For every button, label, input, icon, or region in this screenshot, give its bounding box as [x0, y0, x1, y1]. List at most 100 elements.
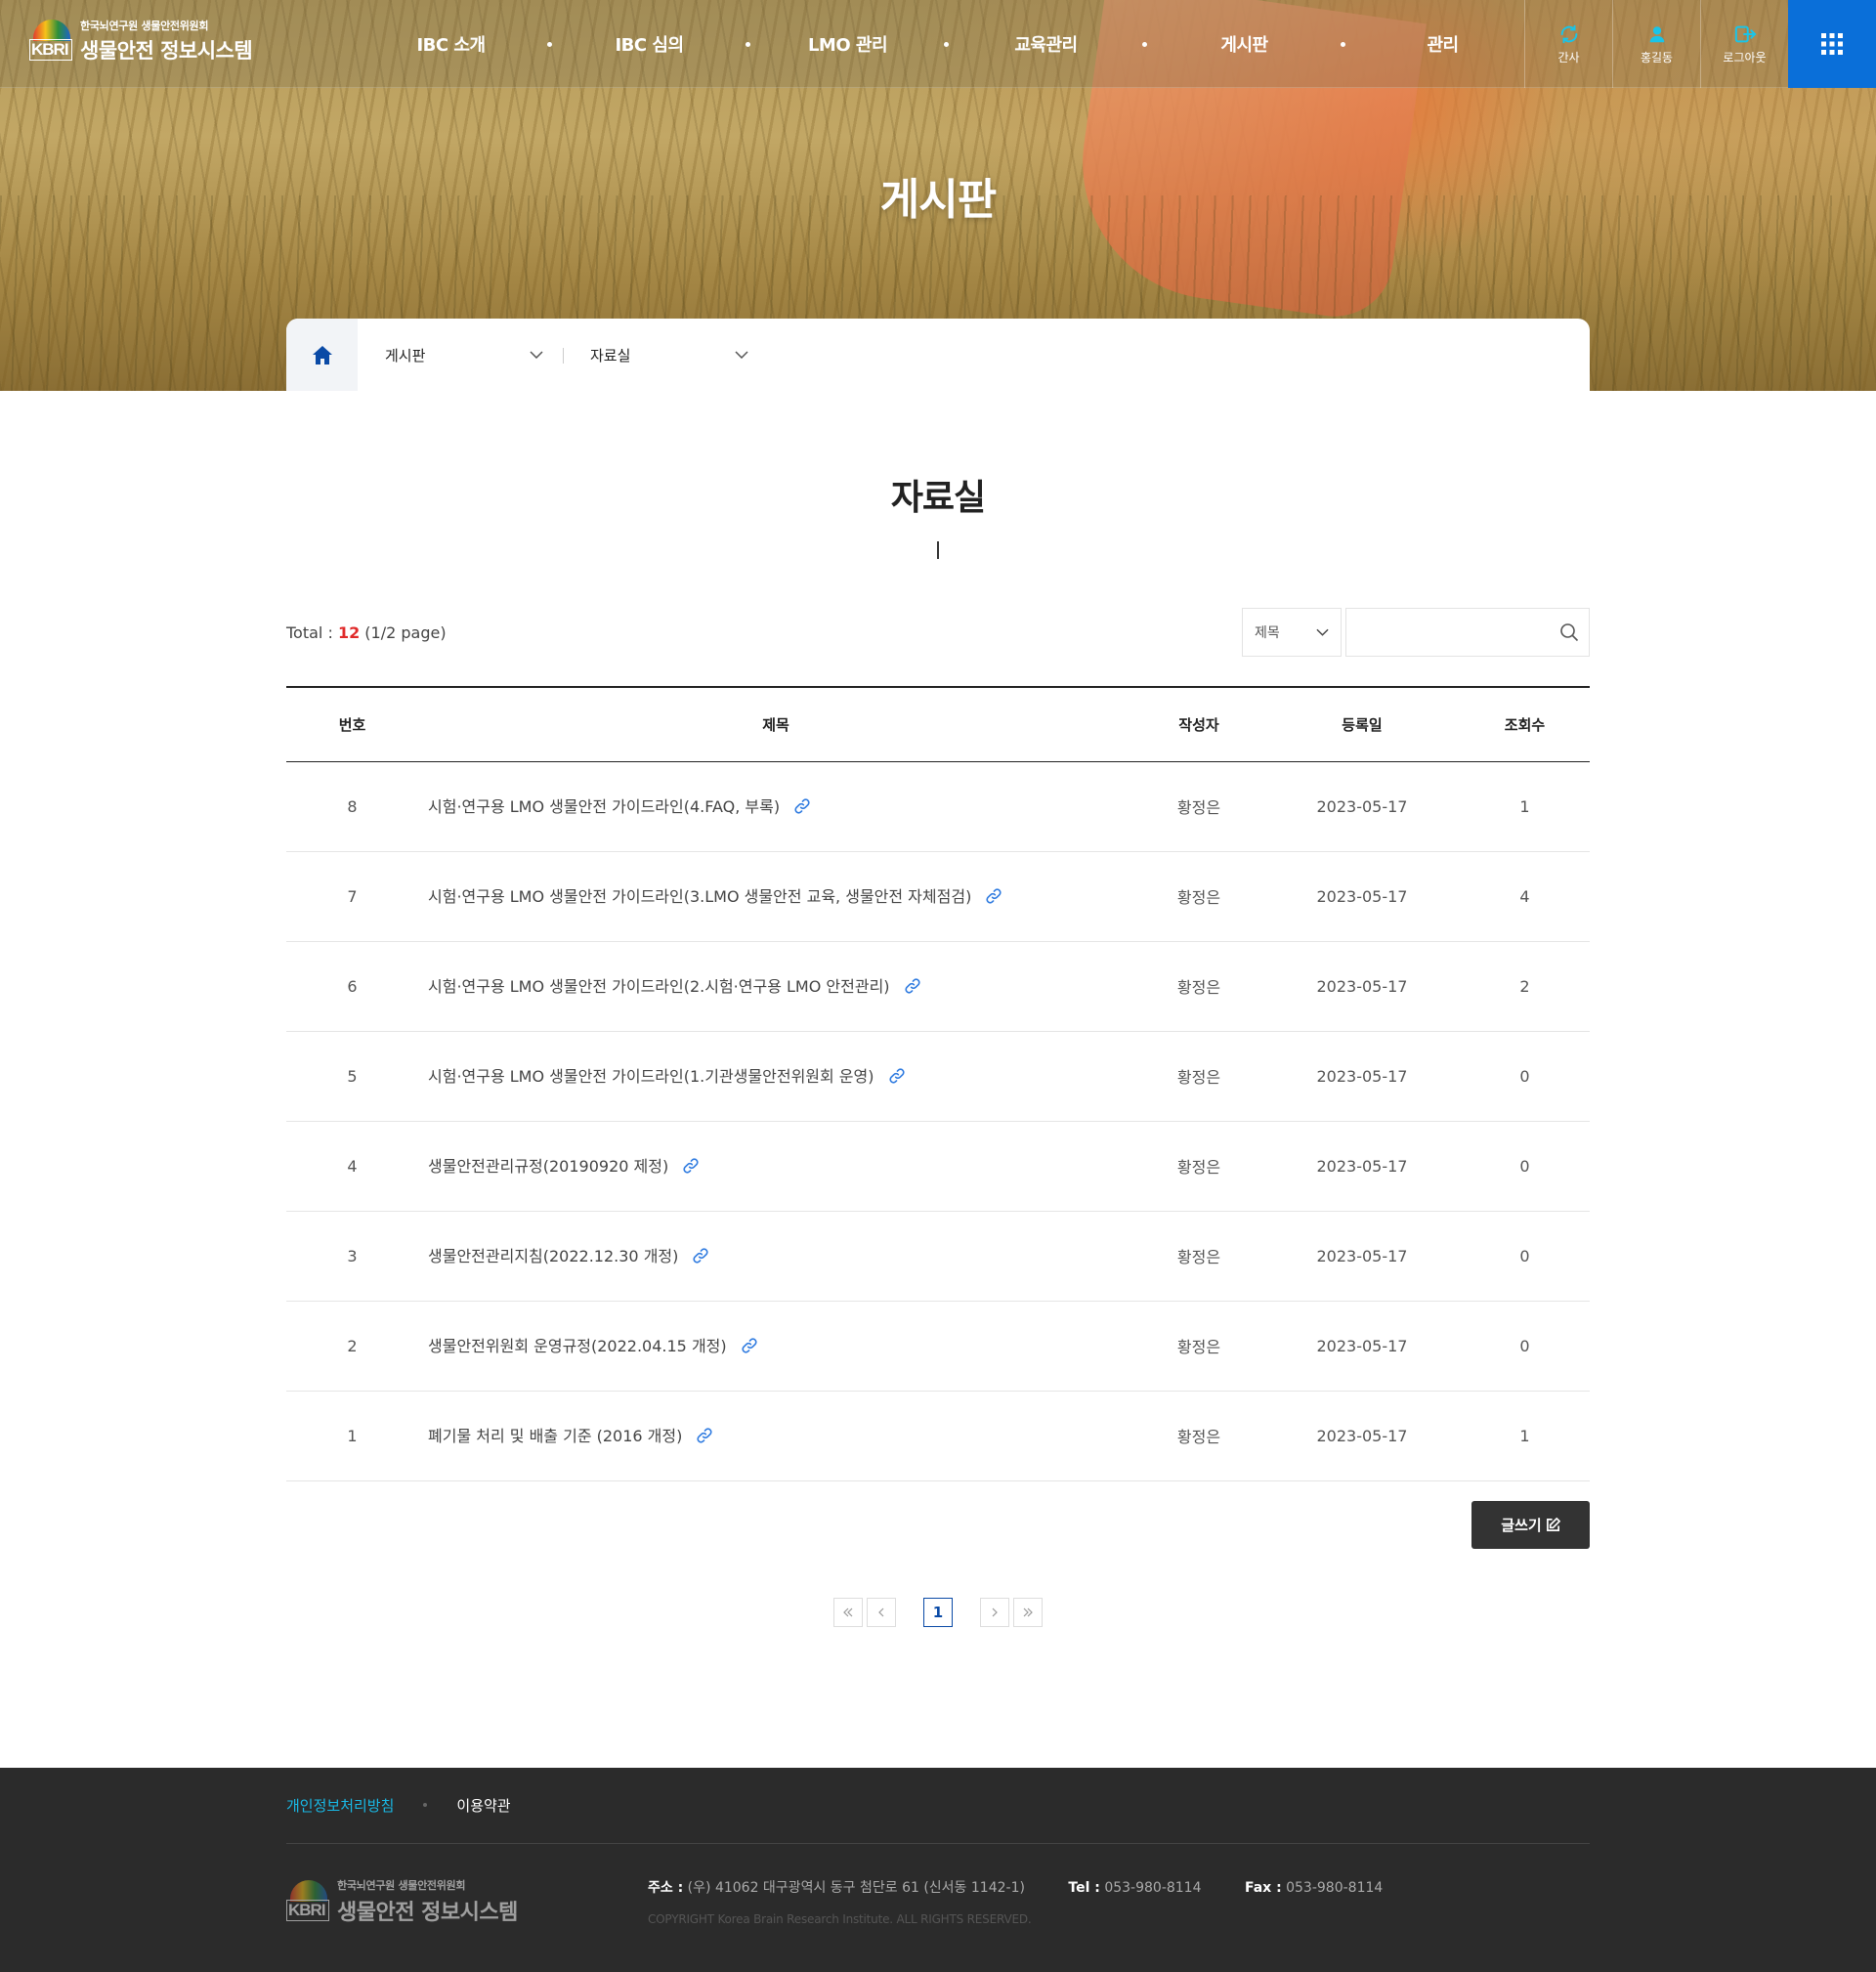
util-logout-label: 로그아웃 — [1723, 50, 1767, 64]
attachment-link-icon[interactable] — [692, 1247, 709, 1268]
attachment-link-icon[interactable] — [741, 1337, 758, 1358]
row-views: 1 — [1460, 1391, 1590, 1481]
row-number: 6 — [286, 941, 418, 1032]
row-author: 황정은 — [1133, 761, 1264, 852]
double-chevron-left-icon — [843, 1608, 853, 1616]
row-title-link[interactable]: 생물안전위원회 운영규정(2022.04.15 개정) — [428, 1337, 727, 1355]
row-title-link[interactable]: 폐기물 처리 및 배출 기준 (2016 개정) — [428, 1427, 682, 1445]
kbri-logo-mark: KBRI — [286, 1878, 329, 1925]
row-number: 3 — [286, 1211, 418, 1302]
nav-item-education[interactable]: 교육관리 — [944, 31, 1145, 57]
table-row[interactable]: 3 생물안전관리지침(2022.12.30 개정) 황정은 2023-05-17 0 — [286, 1211, 1590, 1302]
page-number-button[interactable]: 1 — [923, 1597, 953, 1627]
chevron-down-icon — [1316, 628, 1329, 636]
write-button[interactable]: 글쓰기 — [1471, 1500, 1590, 1549]
table-row[interactable]: 2 생물안전위원회 운영규정(2022.04.15 개정) 황정은 2023-05-1… — [286, 1301, 1590, 1392]
user-icon — [1649, 25, 1664, 42]
nav-item-lmo[interactable]: LMO 관리 — [746, 31, 947, 57]
row-title-link[interactable]: 시험·연구용 LMO 생물안전 가이드라인(3.LMO 생물안전 교육, 생물안… — [428, 887, 971, 906]
search-box — [1345, 608, 1590, 657]
nav-item-ibc-review[interactable]: IBC 심의 — [547, 31, 748, 57]
row-author: 황정은 — [1133, 1211, 1264, 1302]
footer: 개인정보처리방침 이용약관 KBRI 한국뇌연구원 생물안전위원회 생물안전 정… — [0, 1767, 1876, 1972]
logo-subtitle: 한국뇌연구원 생물안전위원회 — [80, 20, 209, 32]
util-role-label: 간사 — [1557, 50, 1580, 64]
table-row[interactable]: 7 시험·연구용 LMO 생물안전 가이드라인(3.LMO 생물안전 교육, 생물… — [286, 851, 1590, 942]
board-toolbar: Total : 12 (1/2 page) 제목 — [286, 608, 1590, 657]
search-button[interactable] — [1550, 609, 1589, 656]
next-page-button[interactable] — [980, 1597, 1009, 1627]
footer-address: 주소 : (우) 41062 대구광역시 동구 첨단로 61 (신서동 1142… — [648, 1879, 1025, 1896]
util-logout[interactable]: 로그아웃 — [1700, 0, 1788, 88]
row-title-link[interactable]: 시험·연구용 LMO 생물안전 가이드라인(1.기관생물안전위원회 운영) — [428, 1067, 874, 1086]
attachment-link-icon[interactable] — [793, 797, 811, 819]
attachment-link-icon[interactable] — [696, 1427, 713, 1448]
grid-menu-icon — [1821, 33, 1843, 55]
table-row[interactable]: 8 시험·연구용 LMO 생물안전 가이드라인(4.FAQ, 부록) 황정은 2023… — [286, 761, 1590, 852]
row-author: 황정은 — [1133, 1121, 1264, 1212]
search-field-select-value: 제목 — [1255, 625, 1280, 641]
search-icon — [1560, 623, 1579, 642]
table-row[interactable]: 6 시험·연구용 LMO 생물안전 가이드라인(2.시험·연구용 LMO 안전관리… — [286, 941, 1590, 1032]
breadcrumb-level2-dropdown[interactable]: 자료실 — [563, 319, 768, 391]
hero-title: 게시판 — [879, 175, 997, 225]
privacy-policy-link[interactable]: 개인정보처리방침 — [286, 1795, 394, 1816]
row-views: 4 — [1460, 851, 1590, 942]
util-user[interactable]: 홍길동 — [1612, 0, 1700, 88]
row-title-cell: 시험·연구용 LMO 생물안전 가이드라인(4.FAQ, 부록) — [418, 761, 1133, 852]
attachment-link-icon[interactable] — [888, 1067, 906, 1089]
first-page-button[interactable] — [833, 1597, 863, 1627]
row-title-cell: 생물안전관리지침(2022.12.30 개정) — [418, 1211, 1133, 1302]
utility-menu: 간사 홍길동 로그아웃 — [1524, 0, 1788, 88]
edit-icon — [1546, 1517, 1560, 1531]
col-header-views: 조회수 — [1460, 687, 1590, 762]
attachment-link-icon[interactable] — [985, 887, 1002, 909]
logo-title: 생물안전 정보시스템 — [80, 39, 253, 63]
refresh-icon — [1560, 24, 1577, 43]
attachment-link-icon[interactable] — [682, 1157, 700, 1179]
search-input[interactable] — [1346, 609, 1550, 656]
total-count: Total : 12 (1/2 page) — [286, 622, 447, 642]
footer-info: 주소 : (우) 41062 대구광역시 동구 첨단로 61 (신서동 1142… — [648, 1877, 1383, 1926]
site-logo[interactable]: KBRI 한국뇌연구원 생물안전위원회 생물안전 정보시스템 — [29, 18, 253, 64]
row-title-link[interactable]: 생물안전관리지침(2022.12.30 개정) — [428, 1247, 678, 1265]
row-number: 5 — [286, 1031, 418, 1122]
row-author: 황정은 — [1133, 1391, 1264, 1481]
nav-item-board[interactable]: 게시판 — [1142, 31, 1343, 57]
row-number: 2 — [286, 1301, 418, 1392]
table-row[interactable]: 5 시험·연구용 LMO 생물안전 가이드라인(1.기관생물안전위원회 운영) 황정… — [286, 1031, 1590, 1122]
row-title-link[interactable]: 생물안전관리규정(20190920 제정) — [428, 1157, 668, 1176]
row-date: 2023-05-17 — [1264, 1121, 1460, 1212]
table-row[interactable]: 4 생물안전관리규정(20190920 제정) 황정은 2023-05-17 0 — [286, 1121, 1590, 1212]
row-views: 0 — [1460, 1301, 1590, 1392]
nav-item-admin[interactable]: 관리 — [1341, 31, 1542, 57]
attachment-link-icon[interactable] — [904, 977, 921, 999]
all-menu-button[interactable] — [1788, 0, 1876, 88]
row-date: 2023-05-17 — [1264, 1301, 1460, 1392]
chevron-right-icon — [992, 1608, 998, 1616]
nav-item-ibc-intro[interactable]: IBC 소개 — [352, 31, 550, 57]
last-page-button[interactable] — [1013, 1597, 1043, 1627]
row-title-link[interactable]: 시험·연구용 LMO 생물안전 가이드라인(2.시험·연구용 LMO 안전관리) — [428, 977, 890, 996]
table-row[interactable]: 1 폐기물 처리 및 배출 기준 (2016 개정) 황정은 2023-05-17 1 — [286, 1391, 1590, 1481]
util-role-switch[interactable]: 간사 — [1524, 0, 1612, 88]
col-header-no: 번호 — [286, 687, 418, 762]
terms-link[interactable]: 이용약관 — [456, 1795, 510, 1816]
prev-page-button[interactable] — [867, 1597, 896, 1627]
footer-links: 개인정보처리방침 이용약관 — [286, 1768, 1590, 1844]
home-button[interactable] — [286, 319, 358, 391]
footer-fax: Fax : 053-980-8114 — [1244, 1879, 1384, 1896]
row-title-cell: 생물안전관리규정(20190920 제정) — [418, 1121, 1133, 1212]
home-icon — [312, 345, 332, 364]
row-title-cell: 시험·연구용 LMO 생물안전 가이드라인(1.기관생물안전위원회 운영) — [418, 1031, 1133, 1122]
row-views: 0 — [1460, 1121, 1590, 1212]
row-views: 0 — [1460, 1031, 1590, 1122]
row-author: 황정은 — [1133, 1301, 1264, 1392]
row-date: 2023-05-17 — [1264, 941, 1460, 1032]
search-field-select[interactable]: 제목 — [1242, 608, 1342, 657]
kbri-logo-mark: KBRI — [29, 18, 72, 64]
row-date: 2023-05-17 — [1264, 851, 1460, 942]
footer-logo: KBRI 한국뇌연구원 생물안전위원회 생물안전 정보시스템 — [286, 1877, 648, 1926]
row-title-link[interactable]: 시험·연구용 LMO 생물안전 가이드라인(4.FAQ, 부록) — [428, 797, 780, 816]
breadcrumb-level1-dropdown[interactable]: 게시판 — [358, 319, 563, 391]
